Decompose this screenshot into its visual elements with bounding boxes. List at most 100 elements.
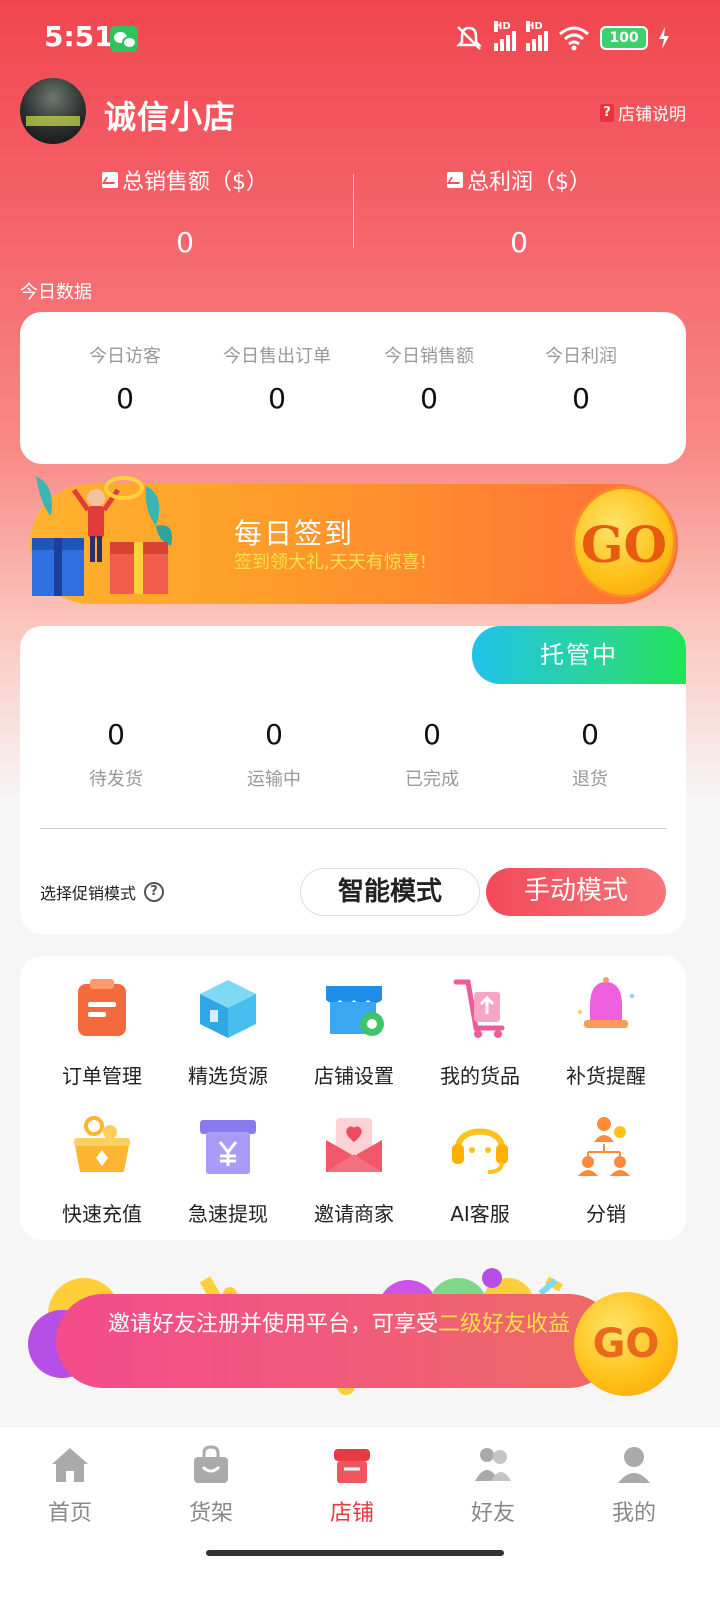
promo-mode-label: 选择促销模式 ?: [40, 880, 165, 904]
status-bar: 5:51 HD HD 100: [0, 0, 720, 78]
order-label: 运输中: [247, 769, 301, 790]
yen-box-icon: [200, 1120, 256, 1174]
bag-icon: [194, 1445, 228, 1483]
store-name: 诚信小店: [104, 98, 237, 136]
nav-mine[interactable]: 我的: [574, 1445, 694, 1527]
today-data-title: 今日数据: [20, 282, 92, 303]
today-orders: 今日售出订单 0: [197, 342, 357, 415]
grid-fast-withdraw[interactable]: 急速提现: [168, 1114, 288, 1227]
grid-label: 分销: [586, 1202, 626, 1226]
promo-mode-text: 选择促销模式: [40, 884, 137, 903]
store-help-label: 店铺说明: [618, 105, 686, 125]
grid-label: 补货提醒: [566, 1064, 646, 1088]
grid-order-management[interactable]: 订单管理: [42, 976, 162, 1089]
nav-store[interactable]: 店铺: [292, 1445, 412, 1527]
order-completed[interactable]: 0 已完成: [357, 718, 507, 791]
clipboard-icon: [78, 979, 126, 1036]
signal-1-icon: HD: [494, 21, 516, 51]
order-label: 已完成: [405, 769, 459, 790]
invite-friends-banner[interactable]: [56, 1294, 616, 1388]
grid-invite-merchants[interactable]: 邀请商家: [294, 1114, 414, 1227]
envelope-heart-icon: [326, 1118, 382, 1172]
order-count: 0: [581, 718, 599, 751]
signin-subtitle: 签到领大礼,天天有惊喜!: [234, 552, 427, 573]
smart-mode-button[interactable]: 智能模式: [300, 868, 480, 916]
divider: [40, 828, 666, 829]
invite-go-button[interactable]: GO: [574, 1292, 678, 1396]
order-count: 0: [107, 718, 125, 751]
nav-shelf[interactable]: 货架: [151, 1445, 271, 1527]
stat-label: 今日销售额: [384, 346, 474, 367]
total-sales: 总销售额（$） 0: [20, 164, 350, 259]
store-icon: [334, 1449, 370, 1483]
wifi-icon: [559, 26, 589, 51]
grid-distribution[interactable]: 分销: [546, 1114, 666, 1227]
gift-celebration-illustration: [32, 476, 172, 596]
order-label: 退货: [572, 769, 608, 790]
nav-friends[interactable]: 好友: [433, 1445, 553, 1527]
manual-mode-button[interactable]: 手动模式: [486, 868, 666, 916]
nav-label: 货架: [188, 1501, 233, 1526]
signin-go-button[interactable]: GO: [572, 486, 676, 598]
stat-label: 今日访客: [89, 346, 161, 367]
grid-store-settings[interactable]: 店铺设置: [294, 976, 414, 1089]
order-returns[interactable]: 0 退货: [515, 718, 665, 791]
today-sales: 今日销售额 0: [349, 342, 509, 415]
order-pending-ship[interactable]: 0 待发货: [41, 718, 191, 791]
stat-value: 0: [572, 382, 590, 415]
stat-value: 0: [420, 382, 438, 415]
grid-my-goods[interactable]: 我的货品: [420, 976, 540, 1089]
home-icon: [52, 1448, 88, 1482]
signal-2-icon: HD: [526, 21, 548, 51]
order-count: 0: [423, 718, 441, 751]
today-stats-card: 今日访客 0 今日售出订单 0 今日销售额 0 今日利润 0: [20, 312, 686, 464]
wechat-icon: [110, 26, 138, 52]
grid-ai-service[interactable]: AI客服: [420, 1114, 540, 1227]
order-label: 待发货: [89, 769, 143, 790]
stat-label: 今日售出订单: [223, 346, 331, 367]
grid-label: 急速提现: [188, 1202, 268, 1226]
bottom-navigation: 首页 货架 店铺 好友 我的: [0, 1426, 720, 1600]
nav-label: 首页: [47, 1501, 92, 1526]
grid-restock-reminder[interactable]: 补货提醒: [546, 976, 666, 1089]
total-sales-value: 0: [176, 226, 194, 259]
status-icons: HD HD 100: [454, 21, 670, 54]
total-profit: 总利润（$） 0: [354, 164, 684, 259]
grid-label: 我的货品: [440, 1064, 520, 1088]
invite-text: 邀请好友注册并使用平台，可享受二级好友收益: [108, 1310, 578, 1340]
stat-label: 今日利润: [545, 346, 617, 367]
stat-value: 0: [116, 382, 134, 415]
order-in-transit[interactable]: 0 运输中: [199, 718, 349, 791]
battery-icon: 100: [600, 26, 648, 50]
chart-icon: [102, 172, 118, 188]
order-count: 0: [265, 718, 283, 751]
nav-label: 好友: [470, 1501, 515, 1526]
grid-label: 订单管理: [62, 1064, 142, 1088]
status-time: 5:51: [44, 20, 114, 53]
stat-value: 0: [268, 382, 286, 415]
home-indicator: [206, 1550, 504, 1556]
box-icon: [200, 980, 256, 1038]
question-icon: ?: [600, 103, 614, 122]
today-visitors: 今日访客 0: [45, 342, 205, 415]
nav-home[interactable]: 首页: [10, 1445, 130, 1527]
nav-label: 店铺: [329, 1501, 374, 1526]
coin-bowl-icon: [74, 1116, 130, 1172]
total-profit-value: 0: [510, 226, 528, 259]
grid-label: 快速充值: [62, 1202, 142, 1226]
grid-label: 精选货源: [188, 1064, 268, 1088]
user-icon: [618, 1447, 650, 1483]
people-network-icon: [578, 1117, 630, 1176]
total-sales-label: 总销售额（$）: [122, 170, 268, 195]
friends-icon: [475, 1448, 511, 1481]
cart-icon: [453, 979, 505, 1038]
store-avatar[interactable]: [20, 78, 86, 144]
store-help-link[interactable]: ? 店铺说明: [600, 100, 686, 125]
grid-label: AI客服: [450, 1202, 510, 1226]
totals-panel: 总销售额（$） 0 总利润（$） 0: [20, 164, 700, 264]
grid-selected-sources[interactable]: 精选货源: [168, 976, 288, 1089]
grid-label: 店铺设置: [314, 1064, 394, 1088]
managed-status-badge[interactable]: 托管中: [472, 626, 686, 684]
help-circle-icon[interactable]: ?: [144, 882, 165, 902]
grid-quick-recharge[interactable]: 快速充值: [42, 1114, 162, 1227]
